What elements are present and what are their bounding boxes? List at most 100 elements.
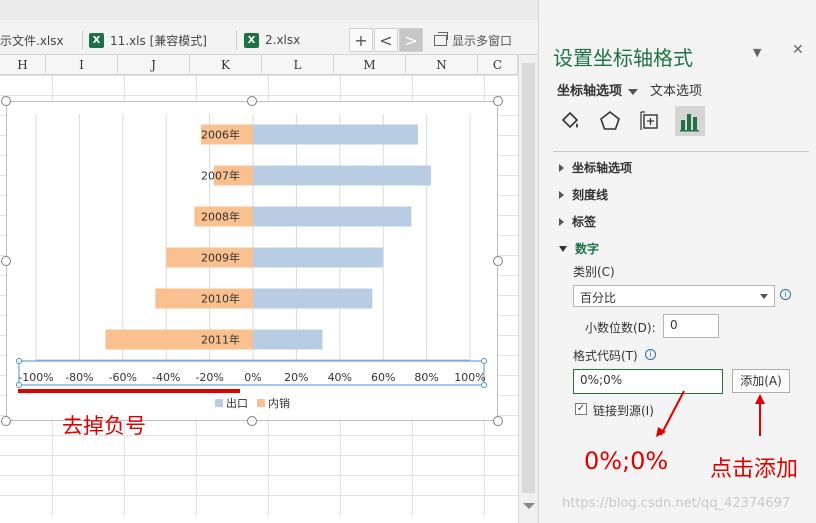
x-tick-label: -20% <box>195 371 223 384</box>
category-select[interactable]: 百分比 <box>573 285 775 307</box>
chart-plot: 2006年 2007年 2008年 2009年 2010年 2011年 -100% -80% -… <box>16 114 487 410</box>
section-tick-marks[interactable]: 刻度线 <box>559 186 608 203</box>
window-icon <box>434 31 448 46</box>
size-properties-icon[interactable] <box>635 106 665 136</box>
column-header: H I J K L M N C <box>0 55 518 75</box>
resize-handle[interactable] <box>493 416 503 426</box>
chevron-down-icon <box>628 88 639 95</box>
add-button[interactable]: 添加(A) <box>732 369 790 393</box>
chart-bar <box>253 165 431 186</box>
legend-label: 出口 <box>226 396 248 410</box>
pane-tabs: 坐标轴选项 文本选项 <box>557 80 702 99</box>
format-axis-pane: 设置坐标轴格式 ▼ ✕ 坐标轴选项 文本选项 坐标轴选项 刻度线 标签 数字 类… <box>538 0 816 523</box>
workbook-tab-label: 11.xls [兼容模式] <box>110 33 207 48</box>
x-tick-label: -40% <box>152 371 180 384</box>
decimal-places-label: 小数位数(D): <box>585 321 656 335</box>
column-header-j[interactable]: J <box>118 55 190 75</box>
pane-divider <box>553 151 809 152</box>
format-code-input[interactable]: 0%;0% <box>573 369 723 394</box>
legend-swatch <box>215 399 223 407</box>
excel-file-icon: X <box>89 32 104 48</box>
workbook-tab-strip: 示文件.xlsx X 11.xls [兼容模式] X 2.xlsx + < > … <box>0 0 540 55</box>
x-tick-label: -80% <box>65 371 93 384</box>
axis-options-bar-icon[interactable] <box>675 106 705 136</box>
tab-divider <box>82 30 83 50</box>
x-tick-label: 80% <box>414 371 438 384</box>
column-header-n[interactable]: N <box>406 55 478 75</box>
workbook-tab-label: 2.xlsx <box>265 33 301 47</box>
workbook-tab-1[interactable]: 示文件.xlsx <box>0 28 80 52</box>
multi-window-button[interactable]: 显示多窗口 <box>434 28 512 52</box>
vertical-scrollbar[interactable] <box>518 55 538 523</box>
category-value: 百分比 <box>580 291 617 305</box>
resize-handle[interactable] <box>493 96 503 106</box>
chart-bar <box>253 247 384 268</box>
collapse-arrow-icon <box>559 245 567 252</box>
chart-bar <box>253 124 418 145</box>
column-header-i[interactable]: I <box>46 55 118 75</box>
expand-arrow-icon <box>559 190 564 199</box>
legend-swatch <box>257 399 265 407</box>
tab-divider <box>236 30 237 50</box>
link-source-label: 链接到源(I) <box>593 404 654 418</box>
column-header-h[interactable]: H <box>0 55 46 75</box>
x-tick-label: 100% <box>454 371 485 384</box>
workbook-tab-3[interactable]: X 2.xlsx <box>244 28 344 52</box>
workbook-tab-2[interactable]: X 11.xls [兼容模式] <box>89 28 234 52</box>
chart-bar <box>253 206 412 227</box>
resize-handle[interactable] <box>1 96 11 106</box>
excel-file-icon: X <box>244 32 259 48</box>
chart-bar <box>253 288 373 309</box>
x-tick-label: 0% <box>244 371 261 384</box>
info-icon[interactable]: i <box>645 349 656 360</box>
tab-axis-options[interactable]: 坐标轴选项 <box>557 80 639 99</box>
section-axis-options[interactable]: 坐标轴选项 <box>559 159 632 176</box>
scrollbar-thumb[interactable] <box>522 63 535 493</box>
prev-tab-button[interactable]: < <box>374 28 398 52</box>
resize-handle[interactable] <box>493 256 503 266</box>
axis-handle <box>16 358 22 364</box>
next-tab-button[interactable]: > <box>399 28 423 52</box>
effects-pentagon-icon[interactable] <box>595 106 625 136</box>
tab-text-options[interactable]: 文本选项 <box>650 80 702 99</box>
red-underline <box>18 389 240 393</box>
resize-handle[interactable] <box>1 256 11 266</box>
column-header-o[interactable]: C <box>478 55 518 75</box>
format-code-value: 0%;0% <box>580 373 623 387</box>
category-label: 2009年 <box>201 251 240 265</box>
category-label: 2007年 <box>201 169 240 183</box>
category-label: 类别(C) <box>573 265 615 279</box>
resize-handle[interactable] <box>1 416 11 426</box>
annotation-format-example: 0%;0% <box>584 447 669 475</box>
close-icon[interactable]: ✕ <box>792 42 804 58</box>
bar-chart[interactable]: 2006年 2007年 2008年 2009年 2010年 2011年 -100% -80% -… <box>6 101 498 421</box>
scroll-down-arrow-icon[interactable] <box>523 503 535 509</box>
category-label: 2006年 <box>201 128 240 142</box>
link-source-checkbox[interactable]: ✓ <box>575 403 587 415</box>
info-icon[interactable]: i <box>780 289 791 300</box>
category-label: 2008年 <box>201 210 240 224</box>
x-tick-label: 60% <box>371 371 395 384</box>
column-header-k[interactable]: K <box>190 55 262 75</box>
section-number[interactable]: 数字 <box>559 240 599 257</box>
legend-label: 内销 <box>268 396 290 410</box>
fill-line-icon[interactable] <box>555 106 585 136</box>
chart-bar <box>253 329 323 350</box>
column-header-l[interactable]: L <box>262 55 334 75</box>
x-tick-label: -60% <box>109 371 137 384</box>
expand-arrow-icon <box>559 217 564 226</box>
column-header-m[interactable]: M <box>334 55 406 75</box>
title-area <box>0 0 540 20</box>
pane-icon-row <box>555 106 705 136</box>
resize-handle[interactable] <box>247 416 257 426</box>
multi-window-label: 显示多窗口 <box>452 33 513 48</box>
axis-handle <box>481 358 487 364</box>
annotation-remove-negative: 去掉负号 <box>62 414 146 438</box>
decimal-places-value: 0 <box>670 318 678 332</box>
resize-handle[interactable] <box>247 96 257 106</box>
decimal-places-input[interactable]: 0 <box>663 314 719 338</box>
add-tab-button[interactable]: + <box>349 28 373 52</box>
section-labels[interactable]: 标签 <box>559 213 596 230</box>
pane-options-chevron-icon[interactable]: ▼ <box>753 46 761 59</box>
annotation-click-add: 点击添加 <box>710 457 799 482</box>
